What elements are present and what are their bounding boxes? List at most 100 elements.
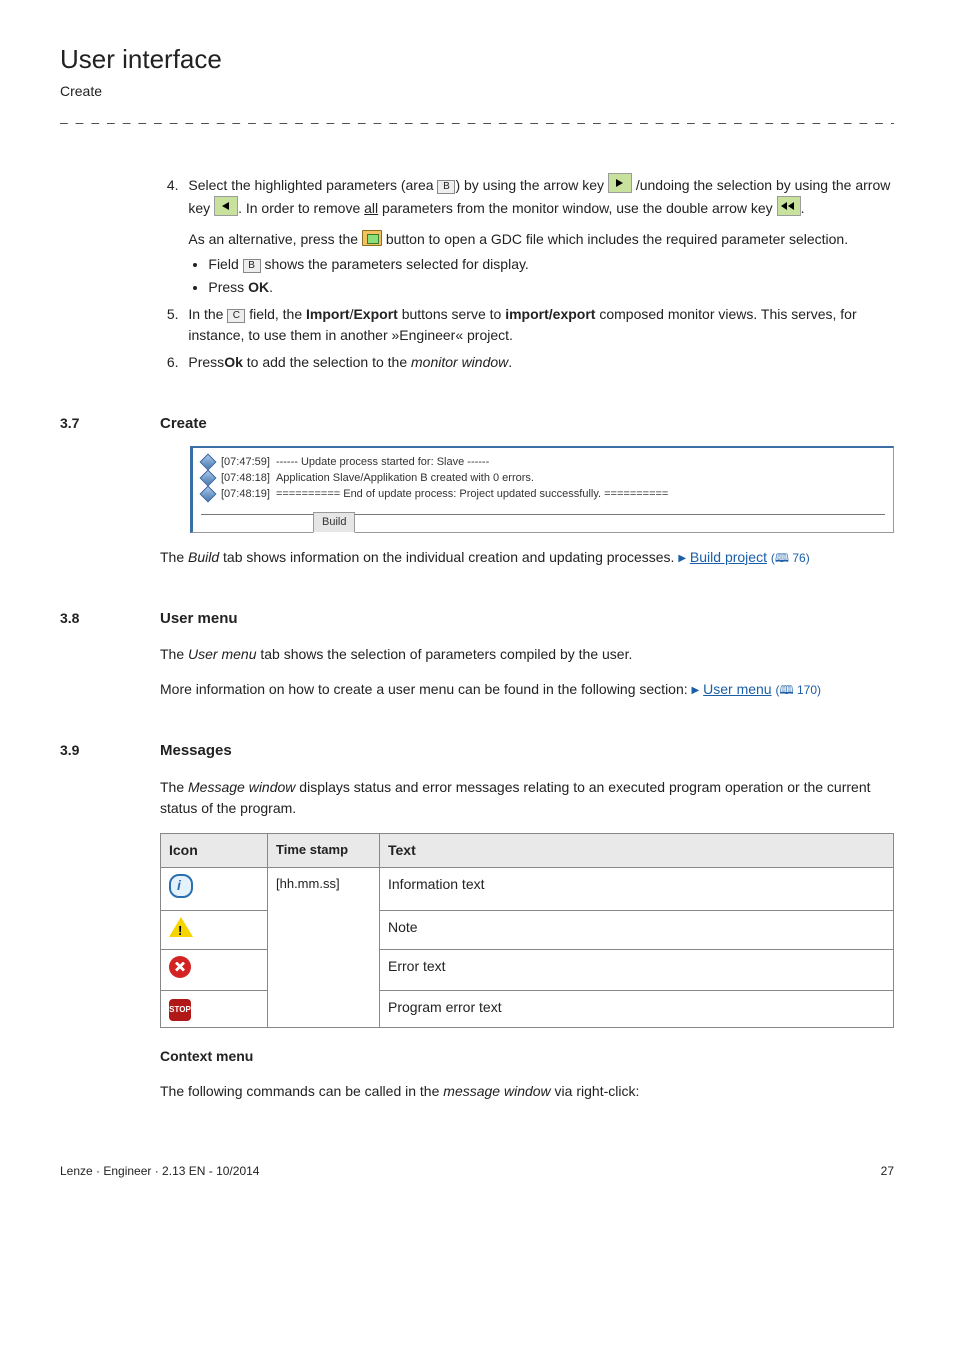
text: field, the (245, 306, 306, 322)
page-ref: ( 170) (775, 683, 821, 697)
log-entry-icon (201, 455, 215, 469)
log-entry-icon (201, 471, 215, 485)
log-timestamp: [07:48:18] (221, 470, 270, 486)
msg-note-text: Note (380, 910, 894, 949)
page-header: User interface Create (60, 40, 894, 102)
arrow-right-icon[interactable] (608, 173, 632, 193)
error-icon (169, 956, 191, 978)
text: The (160, 779, 188, 795)
section-title-messages: Messages (160, 740, 232, 763)
text: The (160, 646, 188, 662)
import-export-label: import/export (505, 306, 595, 322)
text: As an alternative, press the (188, 231, 362, 247)
section-title-create: Create (160, 413, 207, 436)
context-menu-line: The following commands can be called in … (160, 1081, 894, 1102)
tab-divider (201, 514, 885, 515)
field-chip-b: B (243, 259, 261, 273)
context-menu-heading: Context menu (160, 1046, 894, 1067)
step-list: Select the highlighted parameters (area … (160, 173, 894, 373)
log-entry-icon (201, 487, 215, 501)
text: . (801, 200, 805, 216)
log-timestamp: [07:48:19] (221, 486, 270, 502)
text: More information on how to create a user… (160, 681, 692, 697)
text: Field (208, 256, 242, 272)
triangle-icon: ▶ (678, 551, 686, 566)
divider: – – – – – – – – – – – – – – – – – – – – … (60, 112, 894, 133)
section-number-37: 3.7 (60, 413, 160, 434)
page-number: 76 (792, 551, 805, 565)
step-4-bullet-1: Field B shows the parameters selected fo… (208, 254, 894, 275)
page-subtitle: Create (60, 81, 894, 102)
arrow-left-icon[interactable] (214, 196, 238, 216)
step-5: In the C field, the Import/Export button… (182, 304, 894, 346)
msg-program-error-text: Program error text (380, 990, 894, 1027)
log-text: ------ Update process started for: Slave… (276, 454, 489, 470)
book-icon (779, 683, 793, 697)
text: . (269, 279, 273, 295)
build-log: [07:47:59] ------ Update process started … (190, 446, 894, 533)
text: shows the parameters selected for displa… (261, 256, 529, 272)
ok-label: OK (248, 279, 269, 295)
text: In the (188, 306, 227, 322)
log-row: [07:48:18] Application Slave/Applikation … (201, 470, 885, 486)
text: . In order to remove (238, 200, 364, 216)
build-description: The Build tab shows information on the i… (160, 547, 894, 568)
step-4-bullet-2: Press OK. (208, 277, 894, 298)
text: buttons serve to (398, 306, 505, 322)
text: ) by using the arrow key (455, 177, 608, 193)
msg-error-text: Error text (380, 949, 894, 990)
triangle-icon: ▶ (692, 683, 700, 698)
user-menu-link[interactable]: User menu (703, 681, 771, 697)
text: button to open a GDC file which includes… (382, 231, 848, 247)
usermenu-line1: The User menu tab shows the selection of… (160, 644, 894, 665)
log-text: Application Slave/Applikation B created … (276, 470, 534, 486)
text: tab shows information on the individual … (219, 549, 678, 565)
text: parameters from the monitor window, use … (378, 200, 776, 216)
text: The (160, 549, 188, 565)
warning-icon (169, 917, 193, 937)
field-chip-c: C (227, 309, 245, 323)
step-4: Select the highlighted parameters (area … (182, 173, 894, 298)
msg-info-text: Information text (380, 867, 894, 910)
build-tab[interactable]: Build (313, 512, 355, 533)
text: The following commands can be called in … (160, 1083, 443, 1099)
col-icon: Icon (161, 833, 268, 867)
monitor-window-label: monitor window (411, 354, 508, 370)
message-window-label: message window (443, 1083, 550, 1099)
double-arrow-left-icon[interactable] (777, 196, 801, 216)
step-6: PressOk to add the selection to the moni… (182, 352, 894, 373)
text: via right-click: (551, 1083, 640, 1099)
footer-left: Lenze · Engineer · 2.13 EN - 10/2014 (60, 1162, 259, 1180)
build-project-link[interactable]: Build project (690, 549, 767, 565)
message-window-label: Message window (188, 779, 295, 795)
text: to add the selection to the (243, 354, 411, 370)
page-number: 170 (797, 683, 817, 697)
col-timestamp: Time stamp (268, 833, 380, 867)
info-icon (169, 874, 193, 898)
ok-label: Ok (224, 354, 243, 370)
footer-page-number: 27 (881, 1162, 894, 1180)
text: tab shows the selection of parameters co… (256, 646, 632, 662)
book-icon (775, 551, 789, 565)
section-title-usermenu: User menu (160, 608, 238, 631)
text-all: all (364, 200, 378, 216)
section-number-38: 3.8 (60, 608, 160, 629)
open-file-icon[interactable] (362, 230, 382, 246)
import-label: Import (306, 306, 350, 322)
messages-intro: The Message window displays status and e… (160, 777, 894, 819)
page-ref: ( 76) (771, 551, 810, 565)
text: Press (188, 354, 224, 370)
user-menu-label: User menu (188, 646, 256, 662)
export-label: Export (353, 306, 397, 322)
log-text: ========== End of update process: Projec… (276, 486, 668, 502)
log-row: [07:47:59] ------ Update process started … (201, 454, 885, 470)
text: Press (208, 279, 248, 295)
stop-icon: STOP (169, 999, 191, 1021)
text: Select the highlighted parameters (area (188, 177, 437, 193)
section-number-39: 3.9 (60, 740, 160, 761)
messages-table: Icon Time stamp Text [hh.mm.ss] Informat… (160, 833, 894, 1028)
log-row: [07:48:19] ========== End of update proce… (201, 486, 885, 502)
log-timestamp: [07:47:59] (221, 454, 270, 470)
page-title: User interface (60, 40, 894, 79)
step-4-alt: As an alternative, press the button to o… (188, 229, 894, 250)
